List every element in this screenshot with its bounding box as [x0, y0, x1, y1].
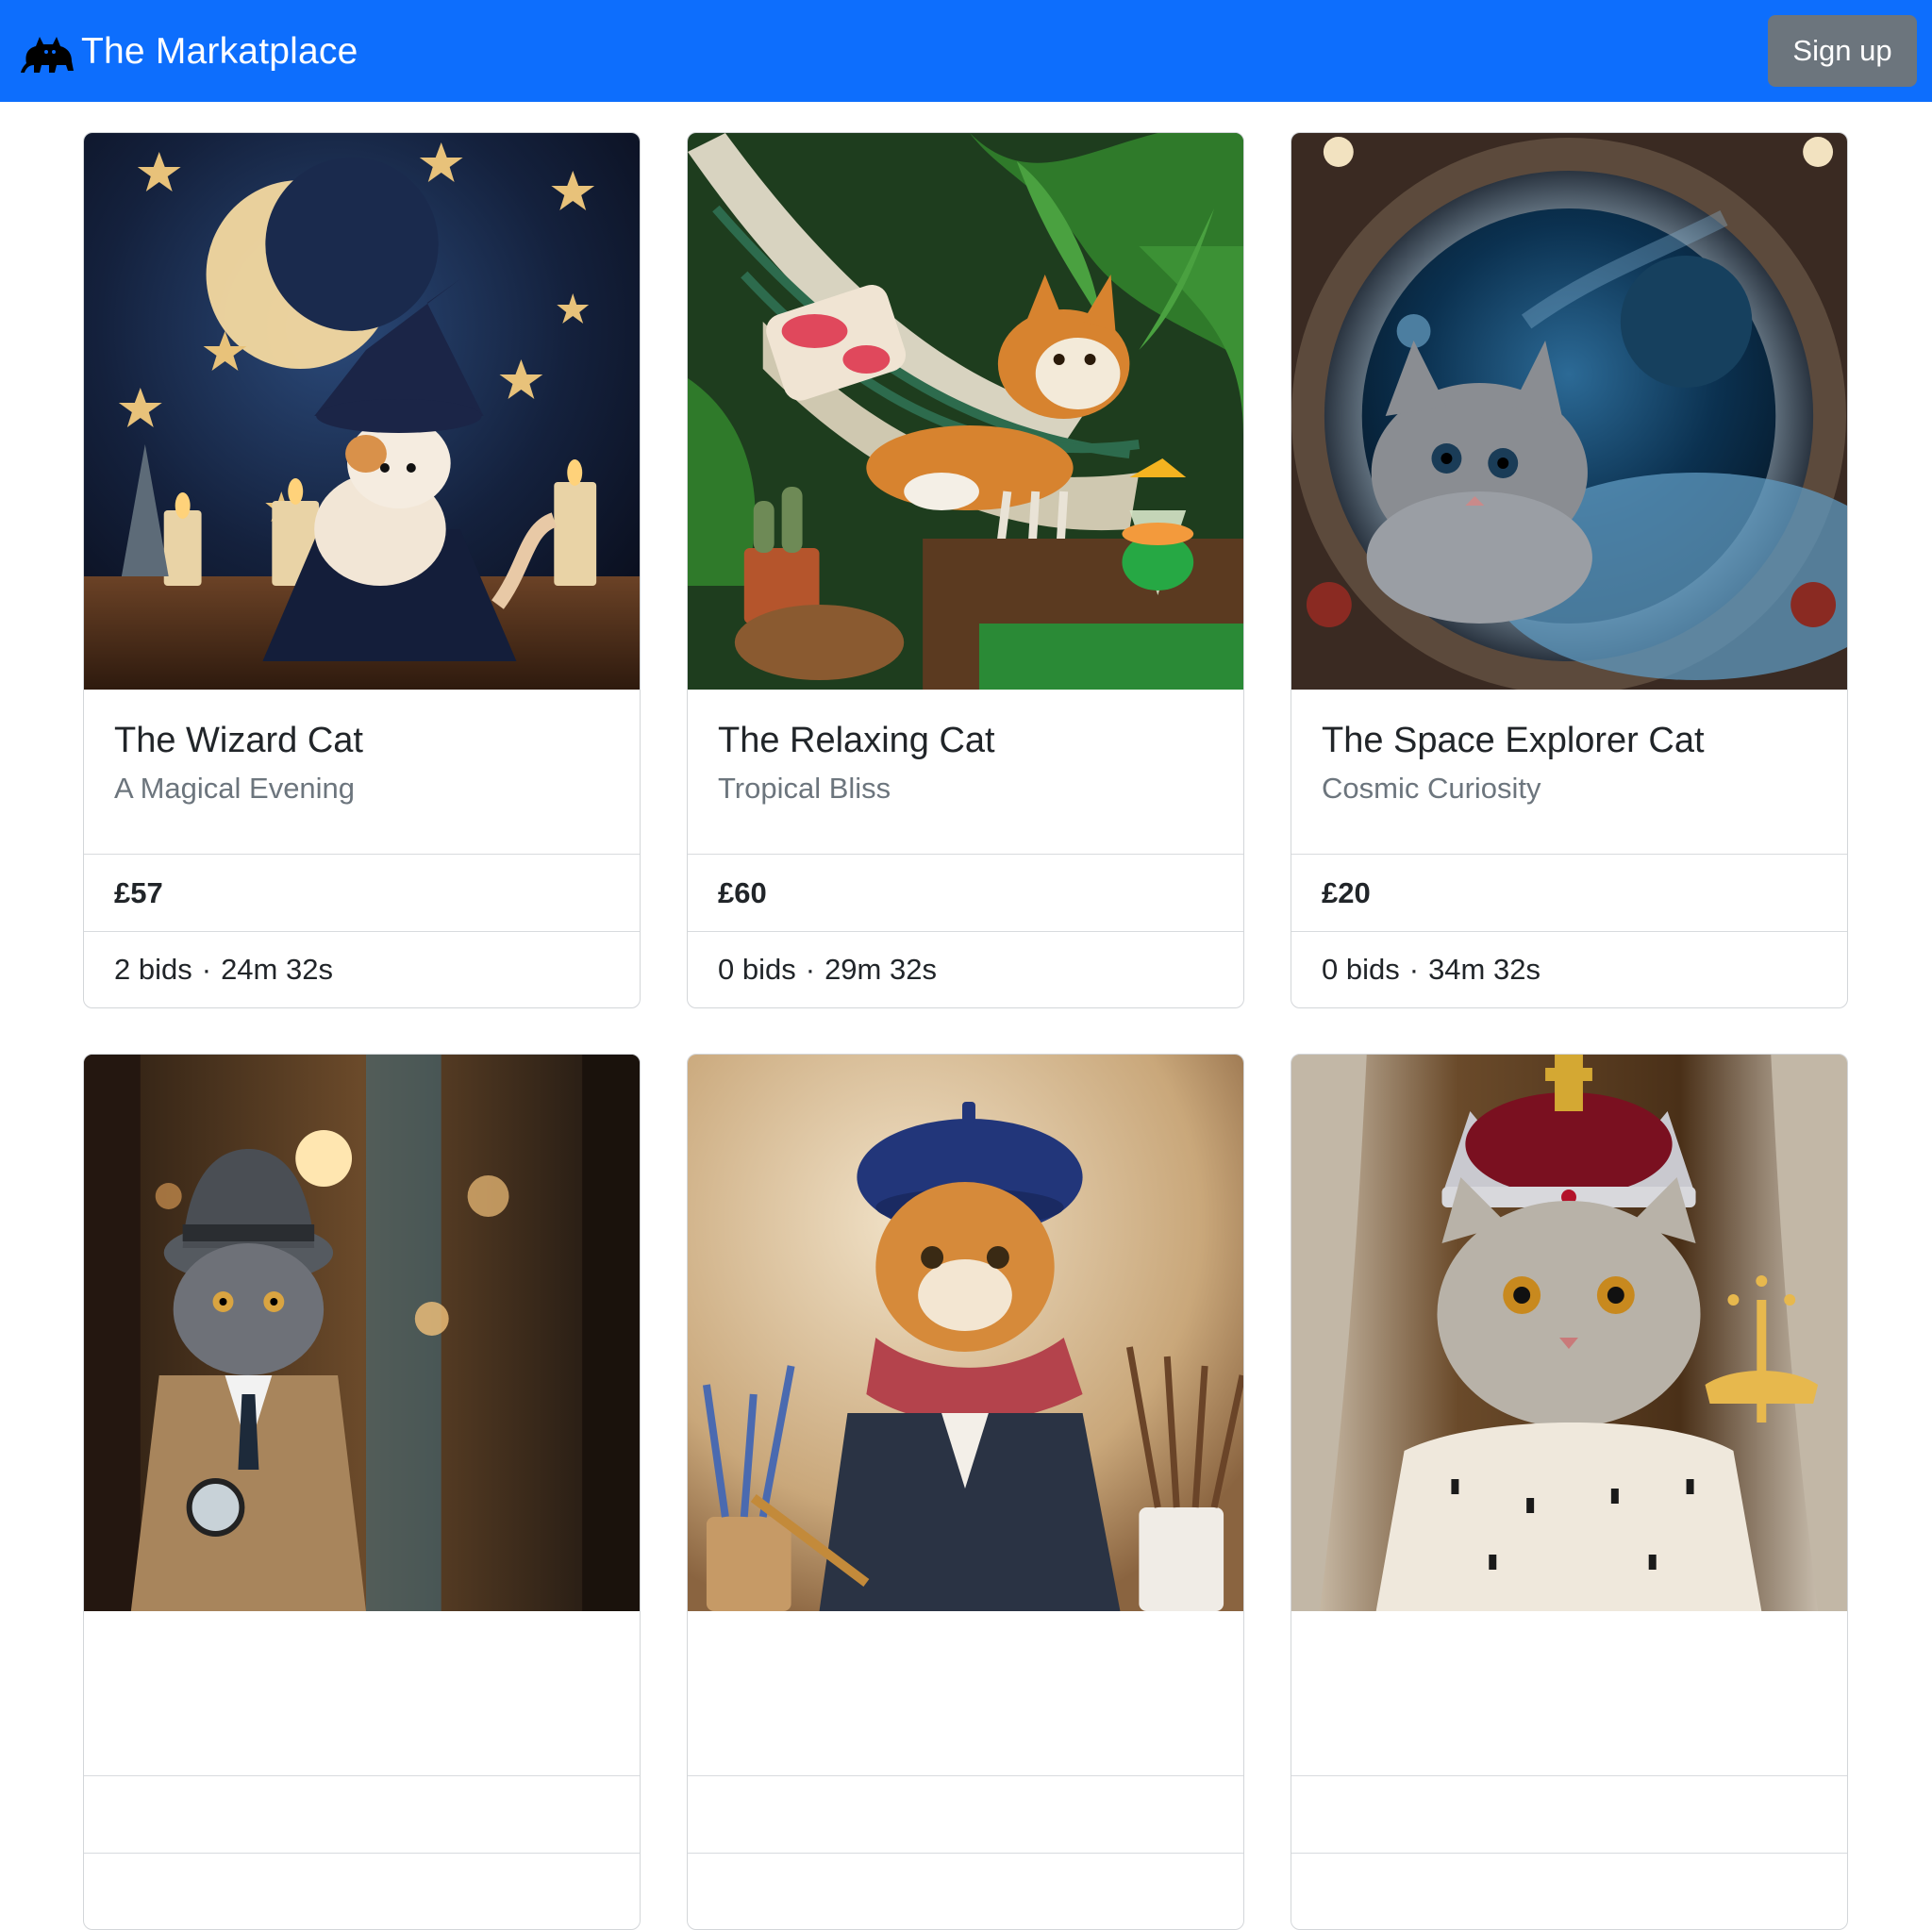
- listing-subtitle: A Magical Evening: [114, 771, 356, 805]
- royal-cat-image[interactable]: [1291, 1055, 1847, 1611]
- listing-meta: 0 bids · 34m 32s: [1291, 932, 1847, 1007]
- listing-card-space-explorer-cat[interactable]: The Space Explorer Cat Cosmic Curiosity …: [1291, 132, 1848, 1008]
- listing-meta: 2 bids · 24m 32s: [84, 932, 640, 1007]
- listing-card-wizard-cat[interactable]: The Wizard Cat A Magical Evening £57 2 b…: [83, 132, 641, 1008]
- card-body: The Wizard Cat A Magical Evening: [84, 690, 640, 855]
- card-body: The Space Explorer Cat Cosmic Curiosity: [1291, 690, 1847, 855]
- listing-card-royal-cat[interactable]: [1291, 1054, 1848, 1930]
- artist-cat-image[interactable]: [688, 1055, 1243, 1611]
- listing-meta: [688, 1854, 1243, 1929]
- listing-card-relaxing-cat[interactable]: The Relaxing Cat Tropical Bliss £60 0 bi…: [687, 132, 1244, 1008]
- separator-dot: ·: [805, 953, 816, 986]
- time-remaining: 34m 32s: [1428, 953, 1541, 986]
- space-explorer-cat-image[interactable]: [1291, 133, 1847, 690]
- listing-title[interactable]: The Relaxing Cat: [718, 720, 1213, 763]
- relaxing-cat-image[interactable]: [688, 133, 1243, 690]
- listing-meta: [84, 1854, 640, 1929]
- detective-cat-image[interactable]: [84, 1055, 640, 1611]
- sign-up-button[interactable]: Sign up: [1768, 15, 1917, 87]
- listing-price: £57: [84, 855, 640, 932]
- separator-dot: ·: [201, 953, 212, 986]
- card-body: [688, 1611, 1243, 1776]
- top-navbar: The Markatplace Sign up: [0, 0, 1932, 102]
- separator-dot: ·: [1408, 953, 1420, 986]
- time-remaining: 24m 32s: [221, 953, 333, 986]
- brand-link[interactable]: The Markatplace: [21, 25, 358, 76]
- wizard-cat-image[interactable]: [84, 133, 640, 690]
- listing-subtitle: Cosmic Curiosity: [1322, 771, 1541, 805]
- card-body: The Relaxing Cat Tropical Bliss: [688, 690, 1243, 855]
- bid-count: 2 bids: [114, 953, 192, 986]
- brand-name: The Markatplace: [81, 30, 358, 72]
- card-body: [84, 1611, 640, 1776]
- card-body: [1291, 1611, 1847, 1776]
- listing-title[interactable]: The Wizard Cat: [114, 720, 609, 763]
- bid-count: 0 bids: [718, 953, 796, 986]
- listing-price: £20: [1291, 855, 1847, 932]
- listing-price: [1291, 1776, 1847, 1854]
- black-cat-icon: [21, 25, 79, 76]
- listing-title[interactable]: The Space Explorer Cat: [1322, 720, 1817, 763]
- listing-grid: The Wizard Cat A Magical Evening £57 2 b…: [83, 132, 1849, 1930]
- listing-subtitle: Tropical Bliss: [718, 771, 891, 805]
- listing-price: £60: [688, 855, 1243, 932]
- bid-count: 0 bids: [1322, 953, 1400, 986]
- listing-meta: 0 bids · 29m 32s: [688, 932, 1243, 1007]
- listing-price: [84, 1776, 640, 1854]
- listing-card-detective-cat[interactable]: [83, 1054, 641, 1930]
- listing-meta: [1291, 1854, 1847, 1929]
- listing-price: [688, 1776, 1243, 1854]
- listing-card-artist-cat[interactable]: [687, 1054, 1244, 1930]
- time-remaining: 29m 32s: [824, 953, 937, 986]
